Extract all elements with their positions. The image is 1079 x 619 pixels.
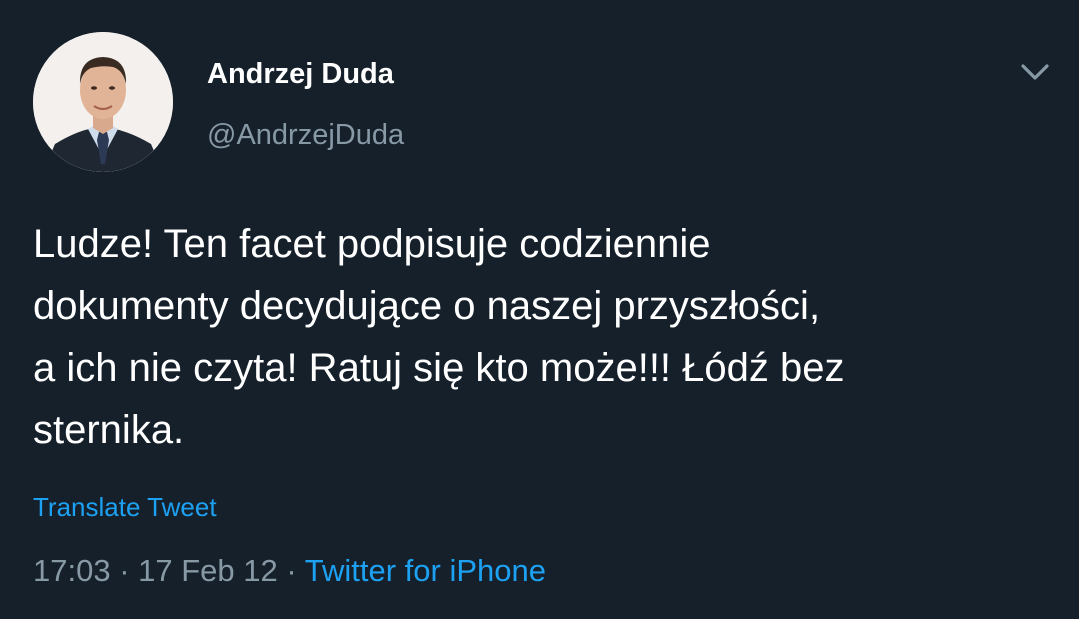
meta-separator: ·	[277, 553, 305, 588]
user-handle[interactable]: @AndrzejDuda	[207, 117, 404, 153]
profile-photo	[33, 32, 173, 172]
translate-tweet-link[interactable]: Translate Tweet	[33, 490, 217, 524]
chevron-down-icon[interactable]	[1018, 58, 1052, 86]
tweet: Andrzej Duda @AndrzejDuda Ludze! Ten fac…	[0, 0, 1079, 619]
meta-separator: ·	[110, 553, 139, 588]
tweet-text: Ludze! Ten facet podpisuje codziennie do…	[33, 222, 845, 452]
tweet-metadata: 17:03 · 17 Feb 12 · Twitter for iPhone	[33, 551, 546, 591]
avatar[interactable]	[33, 32, 173, 172]
display-name[interactable]: Andrzej Duda	[207, 56, 394, 92]
tweet-time: 17:03	[33, 553, 111, 588]
tweet-source-link[interactable]: Twitter for iPhone	[305, 553, 546, 588]
tweet-date: 17 Feb 12	[138, 553, 278, 588]
